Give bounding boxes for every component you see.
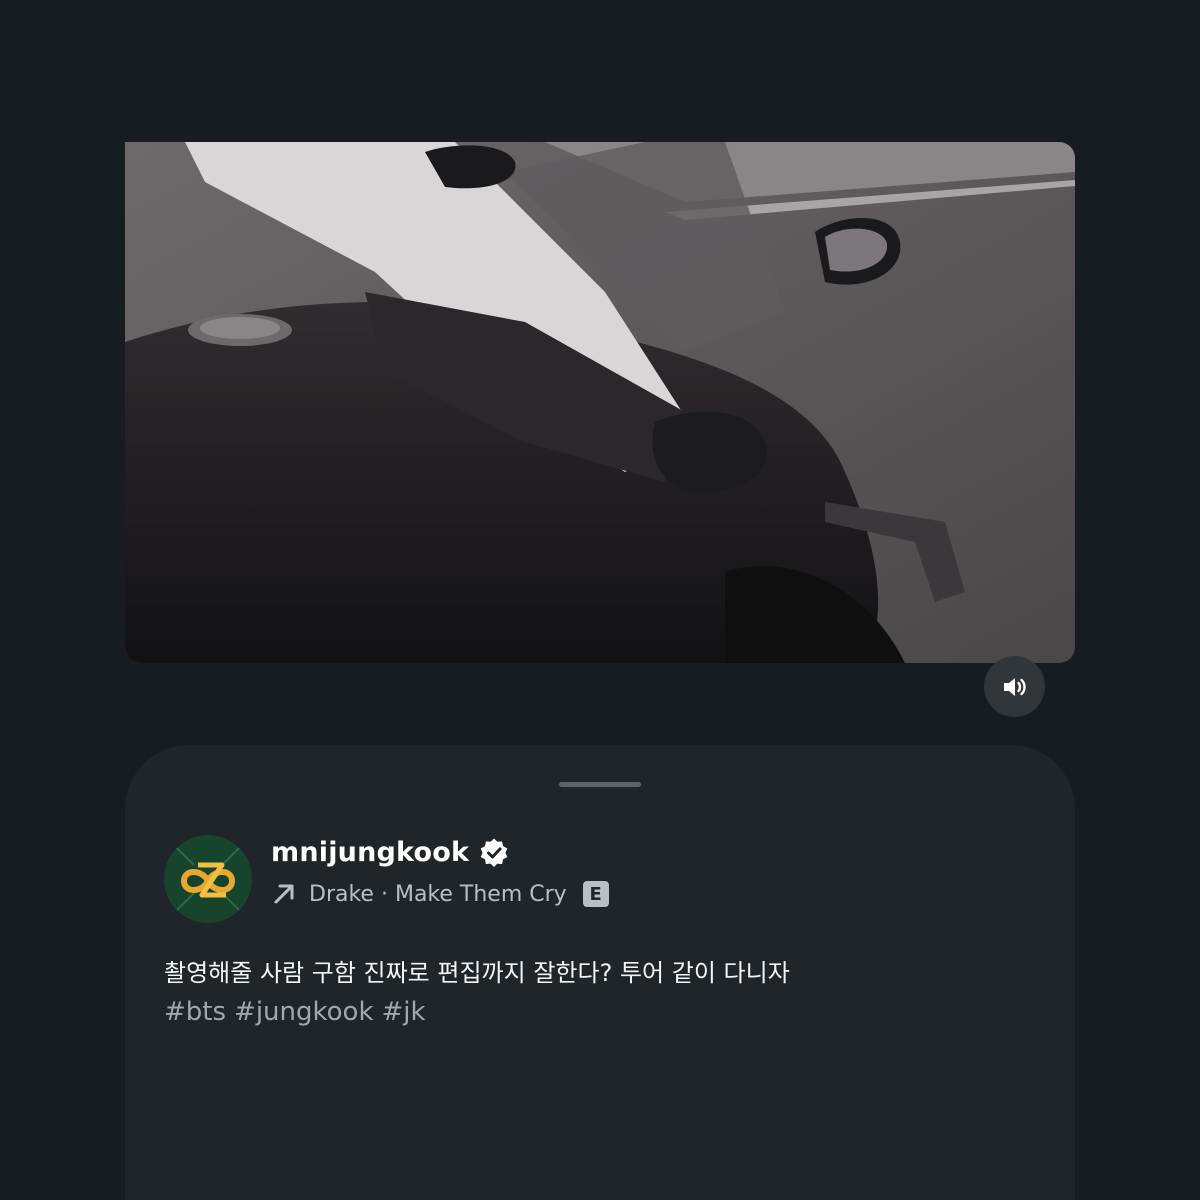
avatar[interactable] [164, 835, 252, 923]
hashtag-link[interactable]: #jungkook [234, 997, 373, 1027]
explicit-badge: E [582, 881, 609, 907]
mute-toggle-button[interactable] [984, 656, 1045, 717]
arrow-up-right-icon [274, 884, 294, 904]
video-player[interactable] [125, 142, 1075, 663]
post-caption: 촬영해줄 사람 구함 진짜로 편집까지 잘한다? 투어 같이 다니자 [164, 959, 790, 987]
hashtag-link[interactable]: #jk [382, 997, 426, 1027]
verified-badge-icon [480, 837, 508, 867]
video-frame [125, 142, 1075, 663]
hashtag-link[interactable]: #bts [164, 997, 226, 1027]
speaker-volume-icon [1003, 677, 1026, 696]
sheet-drag-handle[interactable] [559, 782, 641, 787]
hashtag-list: #bts #jungkook #jk [164, 997, 426, 1027]
username[interactable]: mnijungkook [271, 837, 469, 868]
post-info-sheet: mnijungkook Drake · Make Them Cry E 촬영해줄… [125, 745, 1075, 1200]
music-title: Make Them Cry [394, 881, 567, 907]
music-artist: Drake [309, 881, 374, 907]
music-attribution[interactable]: Drake · Make Them Cry E [271, 881, 609, 907]
profile-logo [164, 835, 252, 923]
music-separator: · [380, 881, 388, 907]
